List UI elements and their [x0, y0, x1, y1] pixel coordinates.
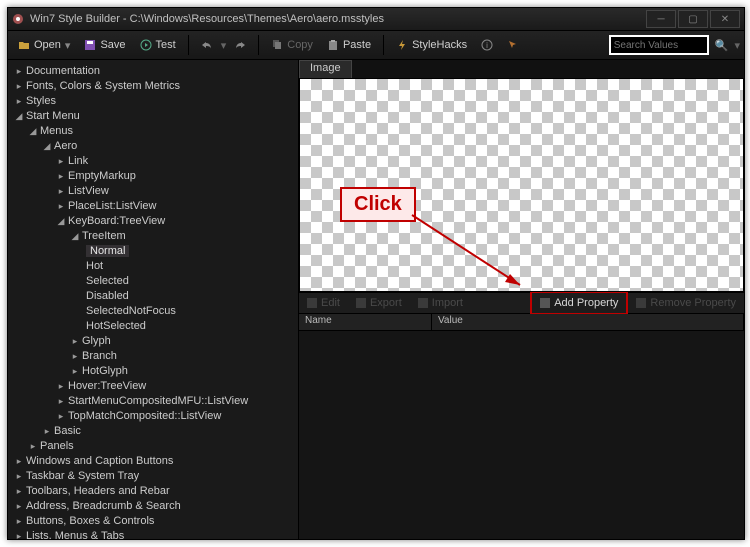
stylehacks-button[interactable]: StyleHacks — [390, 34, 473, 56]
tree-item[interactable]: ▸TopMatchComposited::ListView — [14, 409, 298, 424]
tree-item[interactable]: Hot — [14, 259, 298, 274]
pointer-icon — [507, 39, 519, 51]
minimize-button[interactable]: ─ — [646, 10, 676, 28]
import-button[interactable]: Import — [410, 293, 471, 313]
help-button[interactable] — [501, 34, 525, 56]
tree-item-selected[interactable]: Normal — [14, 244, 298, 259]
image-preview[interactable]: Click — [299, 78, 744, 292]
tree-item[interactable]: ▸Basic — [14, 424, 298, 439]
property-header: Name Value — [299, 314, 744, 331]
tree-item[interactable]: Selected — [14, 274, 298, 289]
tree-item[interactable]: ▸PlaceList:ListView — [14, 199, 298, 214]
tree-item[interactable]: ▸HotGlyph — [14, 364, 298, 379]
close-button[interactable]: ✕ — [710, 10, 740, 28]
search-icon[interactable]: 🔍 — [715, 39, 729, 52]
import-icon — [418, 298, 428, 308]
info-button[interactable]: i — [475, 34, 499, 56]
tree-item[interactable]: ◢Menus — [14, 124, 298, 139]
tree-item[interactable]: ▸Toolbars, Headers and Rebar — [14, 484, 298, 499]
image-tab[interactable]: Image — [299, 60, 352, 78]
tree-item[interactable]: HotSelected — [14, 319, 298, 334]
title-bar[interactable]: Win7 Style Builder - C:\Windows\Resource… — [8, 8, 744, 31]
tree-item[interactable]: ▸Branch — [14, 349, 298, 364]
open-button[interactable]: Open▾ — [12, 34, 76, 56]
copy-button[interactable]: Copy — [265, 34, 319, 56]
edit-icon — [307, 298, 317, 308]
callout-label: Click — [340, 187, 416, 222]
col-name[interactable]: Name — [299, 314, 432, 330]
tree-item[interactable]: ▸Styles — [14, 94, 298, 109]
remove-icon — [636, 298, 646, 308]
property-list[interactable] — [299, 331, 744, 539]
col-value[interactable]: Value — [432, 314, 744, 330]
arrow-annotation — [300, 79, 748, 291]
tree-item[interactable]: ◢KeyBoard:TreeView — [14, 214, 298, 229]
paste-icon — [327, 39, 339, 51]
chevron-down-icon: ▾ — [65, 39, 71, 52]
tree-item[interactable]: ▸Taskbar & System Tray — [14, 469, 298, 484]
svg-text:i: i — [486, 41, 488, 50]
add-icon — [540, 298, 550, 308]
tree-item[interactable]: ▸Link — [14, 154, 298, 169]
tree-item[interactable]: ▸EmptyMarkup — [14, 169, 298, 184]
tree-item[interactable]: ▸Panels — [14, 439, 298, 454]
tree-item[interactable]: ▸Hover:TreeView — [14, 379, 298, 394]
tree-item[interactable]: ◢TreeItem — [14, 229, 298, 244]
tree-item[interactable]: ▸ListView — [14, 184, 298, 199]
toolbar: Open▾ Save Test ▾ Copy Paste StyleHacks — [8, 31, 744, 60]
tree-item[interactable]: ▸Windows and Caption Buttons — [14, 454, 298, 469]
right-panel: Image Click Edit Export Import Add Prope… — [299, 60, 744, 539]
tree-item[interactable]: ▸StartMenuCompositedMFU::ListView — [14, 394, 298, 409]
play-icon — [140, 39, 152, 51]
tree-item[interactable]: ▸Buttons, Boxes & Controls — [14, 514, 298, 529]
edit-button[interactable]: Edit — [299, 293, 348, 313]
save-icon — [84, 39, 96, 51]
info-icon: i — [481, 39, 493, 51]
tree-item[interactable]: ◢Aero — [14, 139, 298, 154]
tree-panel[interactable]: ▸Documentation ▸Fonts, Colors & System M… — [8, 60, 299, 539]
chevron-down-icon[interactable]: ▾ — [734, 39, 740, 52]
export-icon — [356, 298, 366, 308]
folder-icon — [18, 39, 30, 51]
tree-item[interactable]: Disabled — [14, 289, 298, 304]
add-property-button[interactable]: Add Property — [530, 291, 628, 315]
tree-item[interactable]: ◢Start Menu — [14, 109, 298, 124]
redo-button[interactable] — [228, 34, 252, 56]
tree-item[interactable]: ▸Glyph — [14, 334, 298, 349]
tree-item[interactable]: SelectedNotFocus — [14, 304, 298, 319]
test-button[interactable]: Test — [134, 34, 182, 56]
window-title: Win7 Style Builder - C:\Windows\Resource… — [30, 13, 644, 25]
app-window: Win7 Style Builder - C:\Windows\Resource… — [7, 7, 745, 540]
remove-property-button[interactable]: Remove Property — [628, 293, 744, 313]
property-action-bar: Edit Export Import Add Property Remove P… — [299, 292, 744, 314]
tree-item[interactable]: ▸Fonts, Colors & System Metrics — [14, 79, 298, 94]
app-icon — [12, 13, 24, 25]
maximize-button[interactable]: ▢ — [678, 10, 708, 28]
export-button[interactable]: Export — [348, 293, 410, 313]
save-button[interactable]: Save — [78, 34, 131, 56]
paste-button[interactable]: Paste — [321, 34, 377, 56]
tree-item[interactable]: ▸Address, Breadcrumb & Search — [14, 499, 298, 514]
tree-item[interactable]: ▸Lists, Menus & Tabs — [14, 529, 298, 539]
undo-button[interactable] — [195, 34, 219, 56]
search-input[interactable] — [609, 35, 709, 55]
copy-icon — [271, 39, 283, 51]
tree-item[interactable]: ▸Documentation — [14, 64, 298, 79]
bolt-icon — [396, 39, 408, 51]
